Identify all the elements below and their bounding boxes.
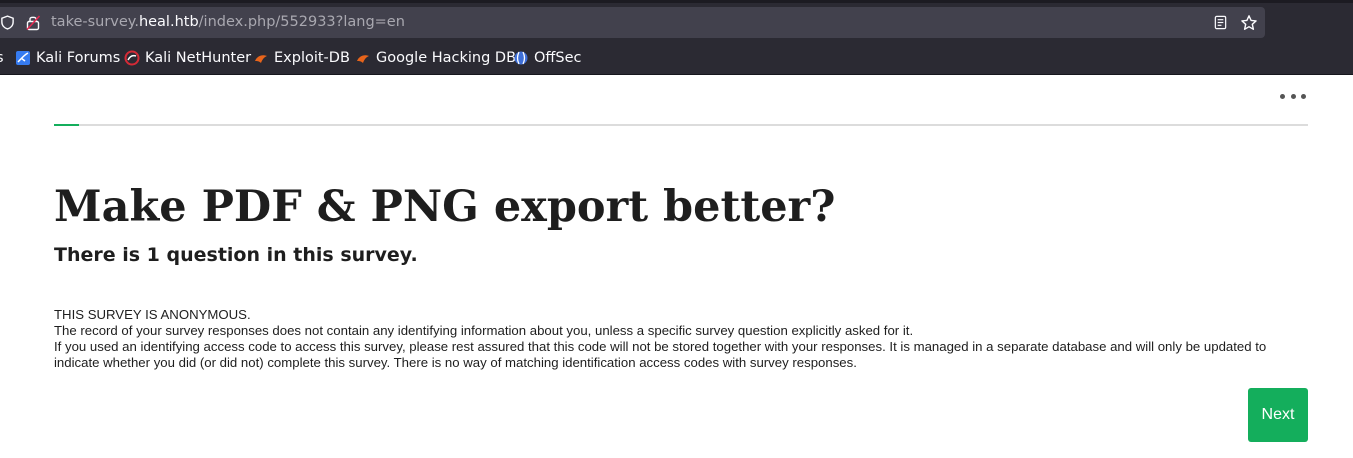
bookmarks-toolbar: s Kali Forums Kali NetHunter Exploit-DB <box>0 44 1353 72</box>
shield-icon[interactable] <box>0 15 15 30</box>
bookmark-label: Kali NetHunter <box>145 50 252 66</box>
google-hacking-db-icon <box>357 55 369 63</box>
survey-progress-fill <box>54 124 80 126</box>
next-button[interactable]: Next <box>1248 388 1308 442</box>
dot-icon <box>1280 93 1285 99</box>
dot-icon <box>1290 93 1296 99</box>
browser-chrome: take-survey.heal.htb/index.php/552933?la… <box>0 0 1353 75</box>
bookmark-label: s <box>0 50 4 66</box>
bookmark-offsec[interactable]: OffSec <box>513 49 582 67</box>
lock-insecure-icon[interactable] <box>25 14 41 31</box>
kali-forums-icon <box>16 51 30 65</box>
bookmark-kali-forums[interactable]: Kali Forums <box>15 49 120 67</box>
bookmark-google-hacking-db[interactable]: Google Hacking DB <box>355 49 516 67</box>
url-path: /index.php/552933?lang=en <box>198 14 405 30</box>
bookmark-label: Google Hacking DB <box>376 50 517 66</box>
kali-nethunter-icon <box>124 50 140 66</box>
bookmark-kali-nethunter[interactable]: Kali NetHunter <box>124 49 251 67</box>
bookmark-item-partial[interactable]: s <box>0 49 4 67</box>
question-count: There is 1 question in this survey. <box>54 244 418 266</box>
url-host: heal.htb <box>138 14 199 30</box>
exploit-db-icon <box>255 55 267 63</box>
dot-icon <box>1301 93 1306 99</box>
privacy-heading: THIS SURVEY IS ANONYMOUS. <box>54 307 251 322</box>
bookmark-label: OffSec <box>534 50 582 66</box>
survey-title: Make PDF & PNG export better? <box>54 182 836 232</box>
reader-view-icon[interactable] <box>1213 15 1228 30</box>
bookmark-label: Kali Forums <box>36 50 121 66</box>
privacy-text: The record of your survey responses does… <box>54 323 914 338</box>
bookmark-exploit-db[interactable]: Exploit-DB <box>253 49 350 67</box>
more-options-button[interactable] <box>1280 90 1306 102</box>
url-prefix: take-survey. <box>51 14 139 30</box>
survey-progress-bar <box>54 124 1308 126</box>
privacy-notice: THIS SURVEY IS ANONYMOUS. The record of … <box>54 307 1314 371</box>
bookmark-label: Exploit-DB <box>274 50 350 66</box>
url-text[interactable]: take-survey.heal.htb/index.php/552933?la… <box>51 14 405 31</box>
offsec-icon <box>514 51 528 65</box>
privacy-text: If you used an identifying access code t… <box>54 339 1267 370</box>
address-bar[interactable]: take-survey.heal.htb/index.php/552933?la… <box>0 7 1265 38</box>
bookmark-star-icon[interactable] <box>1240 14 1258 32</box>
tab-strip-edge <box>0 0 1353 3</box>
